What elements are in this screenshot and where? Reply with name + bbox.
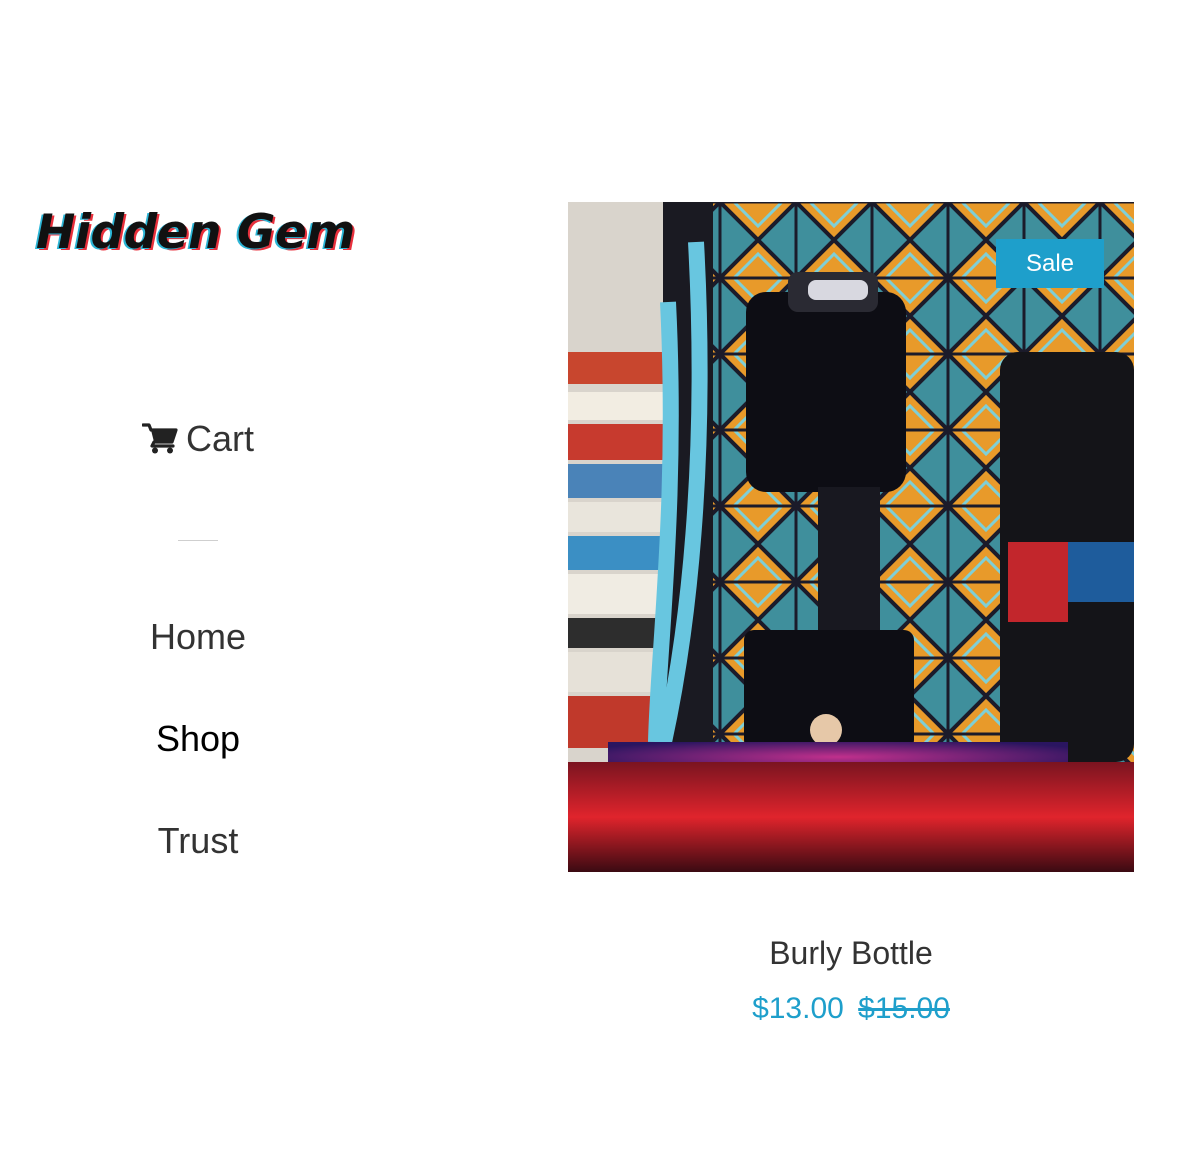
- nav-home[interactable]: Home: [0, 616, 396, 658]
- nav-shop[interactable]: Shop: [0, 718, 396, 760]
- compare-at-price: $15.00: [858, 992, 950, 1025]
- sidebar-divider: [178, 540, 218, 541]
- product-photo: [568, 202, 1134, 872]
- sale-price: $13.00: [752, 992, 844, 1025]
- sidebar: Hidden Gem Cart Home Shop Trust: [0, 0, 396, 1158]
- cart-link[interactable]: Cart: [0, 418, 396, 460]
- nav-trust[interactable]: Trust: [0, 820, 396, 862]
- shopping-cart-icon: [141, 423, 178, 454]
- product-card: Sale Burly Bottle $13.00 $15.00: [568, 202, 1134, 1025]
- store-logo[interactable]: Hidden Gem: [36, 205, 355, 260]
- cart-label: Cart: [185, 418, 254, 459]
- sale-badge: Sale: [996, 239, 1104, 288]
- product-title[interactable]: Burly Bottle: [568, 935, 1134, 972]
- product-image[interactable]: Sale: [568, 202, 1134, 872]
- price-row: $13.00 $15.00: [568, 992, 1134, 1026]
